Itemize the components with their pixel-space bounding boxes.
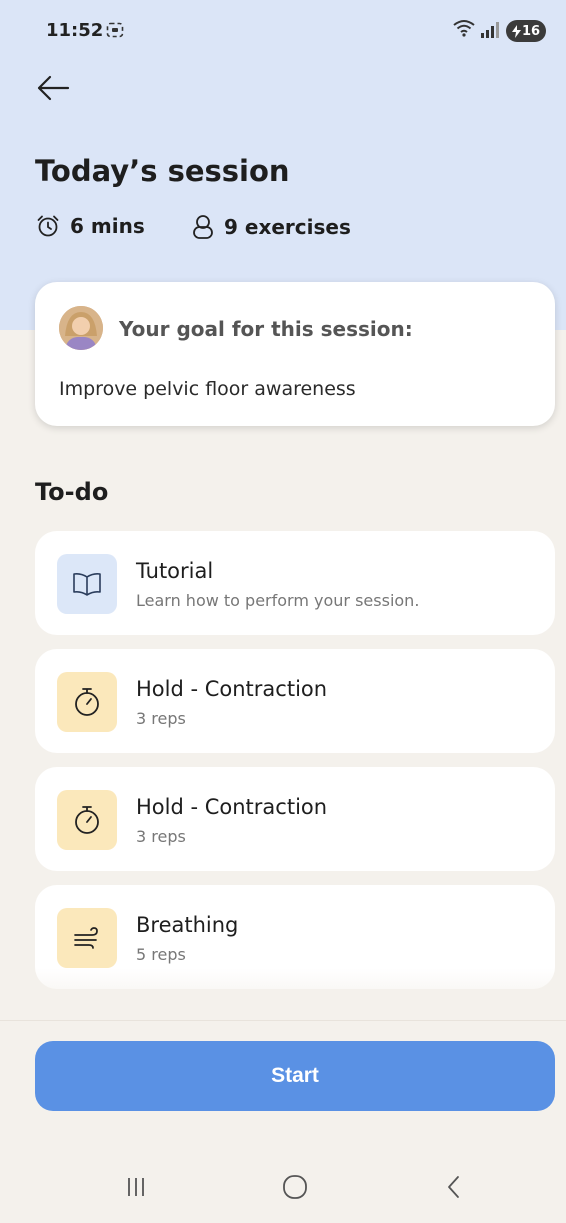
chevron-left-icon	[448, 1176, 459, 1198]
item-subtitle: 5 reps	[136, 945, 186, 964]
item-icon-box	[57, 908, 117, 968]
exercises-count: 9 exercises	[224, 215, 351, 239]
item-name: Tutorial	[136, 559, 214, 583]
item-icon-box	[57, 554, 117, 614]
arrow-left-icon	[37, 75, 70, 101]
back-button[interactable]	[36, 74, 70, 102]
charging-icon	[511, 24, 521, 38]
item-icon-box	[57, 672, 117, 732]
status-bar: 11:52 16	[0, 0, 566, 60]
item-name: Breathing	[136, 913, 239, 937]
book-icon	[73, 573, 101, 596]
scroll-fade	[0, 968, 566, 1020]
coach-avatar-icon	[59, 306, 103, 350]
list-item-hold-contraction[interactable]: Hold - Contraction 3 reps	[35, 767, 555, 871]
list-item-hold-contraction[interactable]: Hold - Contraction 3 reps	[35, 649, 555, 753]
exercises-info: 9 exercises	[192, 214, 351, 240]
goal-card: Your goal for this session: Improve pelv…	[35, 282, 555, 426]
divider	[0, 1020, 566, 1021]
recent-apps-icon	[128, 1178, 144, 1196]
avatar	[59, 306, 103, 350]
home-icon	[283, 1175, 307, 1199]
home-button[interactable]	[265, 1165, 325, 1209]
exercise-icon	[193, 215, 213, 239]
item-subtitle: 3 reps	[136, 709, 186, 728]
item-name: Hold - Contraction	[136, 795, 328, 819]
start-button[interactable]: Start	[35, 1041, 555, 1111]
screen-record-icon	[106, 22, 124, 38]
battery-level: 16	[521, 23, 541, 39]
signal-icon	[481, 22, 499, 38]
status-time: 11:52	[46, 20, 104, 41]
battery-indicator: 16	[506, 20, 546, 42]
item-name: Hold - Contraction	[136, 677, 328, 701]
wifi-icon	[453, 20, 475, 37]
system-nav-bar	[0, 1155, 566, 1223]
list-item-tutorial[interactable]: Tutorial Learn how to perform your sessi…	[35, 531, 555, 635]
todo-heading: To-do	[35, 478, 109, 506]
item-icon-box	[57, 790, 117, 850]
wind-icon	[74, 927, 98, 949]
duration-text: 6 mins	[70, 214, 145, 238]
stopwatch-icon	[75, 806, 99, 834]
goal-text: Improve pelvic floor awareness	[59, 378, 356, 400]
system-back-button[interactable]	[424, 1165, 484, 1209]
item-subtitle: Learn how to perform your session.	[136, 591, 420, 610]
item-subtitle: 3 reps	[136, 827, 186, 846]
page-title: Today’s session	[35, 154, 290, 188]
stopwatch-icon	[75, 688, 99, 716]
goal-label: Your goal for this session:	[119, 317, 413, 341]
duration-info: 6 mins	[36, 214, 145, 238]
recent-apps-button[interactable]	[106, 1165, 166, 1209]
alarm-clock-icon	[37, 215, 59, 237]
